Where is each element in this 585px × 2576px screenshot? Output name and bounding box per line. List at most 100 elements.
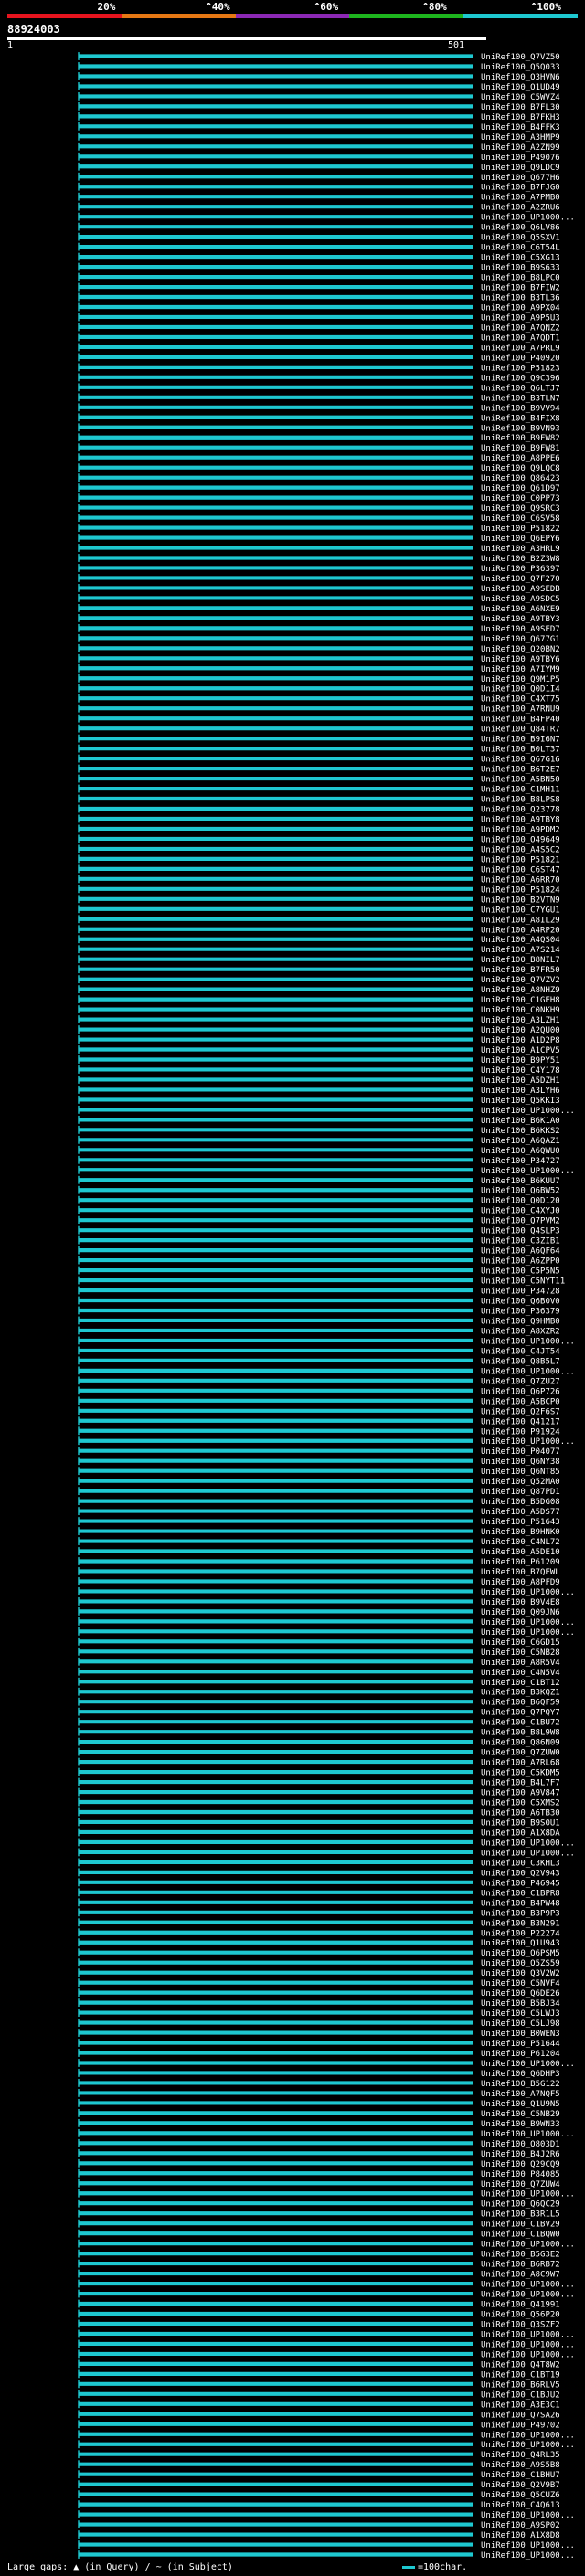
hit-label[interactable]: UniRef100_A1D2P8 bbox=[481, 1036, 560, 1045]
hit-label[interactable]: UniRef100_A8IL29 bbox=[481, 916, 560, 925]
hit-label[interactable]: UniRef100_C5P5N5 bbox=[481, 1267, 560, 1277]
hit-label[interactable]: UniRef100_P84085 bbox=[481, 2170, 560, 2179]
hit-label[interactable]: UniRef100_Q7PVM2 bbox=[481, 1217, 560, 1226]
hit-label[interactable]: UniRef100_B7FJG0 bbox=[481, 184, 560, 193]
hit-label[interactable]: UniRef100_A3HMP9 bbox=[481, 133, 560, 143]
hit-label[interactable]: UniRef100_Q3SZF2 bbox=[481, 2320, 560, 2329]
hit-label[interactable]: UniRef100_UP1000... bbox=[481, 1618, 575, 1627]
hit-label[interactable]: UniRef100_UP1000... bbox=[481, 1437, 575, 1447]
hit-label[interactable]: UniRef100_B3KQZ1 bbox=[481, 1689, 560, 1698]
hit-label[interactable]: UniRef100_A1X8D8 bbox=[481, 2531, 560, 2540]
hit-label[interactable]: UniRef100_Q677G1 bbox=[481, 635, 560, 644]
hit-label[interactable]: UniRef100_Q5ZS59 bbox=[481, 1959, 560, 1968]
hit-label[interactable]: UniRef100_Q61D97 bbox=[481, 484, 560, 493]
hit-label[interactable]: UniRef100_A9SED7 bbox=[481, 625, 560, 634]
hit-label[interactable]: UniRef100_B4L7F7 bbox=[481, 1779, 560, 1788]
hit-label[interactable]: UniRef100_P36397 bbox=[481, 565, 560, 574]
hit-label[interactable]: UniRef100_Q4RL35 bbox=[481, 2451, 560, 2460]
hit-label[interactable]: UniRef100_UP1000... bbox=[481, 2190, 575, 2200]
hit-label[interactable]: UniRef100_A2ZN99 bbox=[481, 143, 560, 153]
hit-label[interactable]: UniRef100_P51822 bbox=[481, 525, 560, 534]
hit-label[interactable]: UniRef100_B4PW48 bbox=[481, 1899, 560, 1908]
hit-label[interactable]: UniRef100_A9SDC5 bbox=[481, 595, 560, 604]
hit-label[interactable]: UniRef100_Q9HMB0 bbox=[481, 1317, 560, 1326]
hit-label[interactable]: UniRef100_B8LPC0 bbox=[481, 274, 560, 283]
hit-label[interactable]: UniRef100_C1BT12 bbox=[481, 1679, 560, 1688]
hit-label[interactable]: UniRef100_Q6DHP3 bbox=[481, 2070, 560, 2079]
hit-label[interactable]: UniRef100_UP1000... bbox=[481, 2130, 575, 2139]
hit-label[interactable]: UniRef100_Q41217 bbox=[481, 1417, 560, 1426]
hit-label[interactable]: UniRef100_C1BPR8 bbox=[481, 1889, 560, 1898]
hit-label[interactable]: UniRef100_C1MH11 bbox=[481, 786, 560, 795]
hit-label[interactable]: UniRef100_UP1000... bbox=[481, 214, 575, 223]
hit-label[interactable]: UniRef100_C1BT19 bbox=[481, 2370, 560, 2380]
hit-label[interactable]: UniRef100_C6T54L bbox=[481, 244, 560, 253]
hit-label[interactable]: UniRef100_Q5KKI3 bbox=[481, 1097, 560, 1106]
hit-label[interactable]: UniRef100_UP1000... bbox=[481, 2281, 575, 2290]
hit-label[interactable]: UniRef100_B9PY51 bbox=[481, 1056, 560, 1065]
hit-label[interactable]: UniRef100_Q6LV86 bbox=[481, 224, 560, 233]
hit-label[interactable]: UniRef100_C6ST47 bbox=[481, 865, 560, 875]
hit-label[interactable]: UniRef100_A2QU00 bbox=[481, 1026, 560, 1035]
hit-label[interactable]: UniRef100_UP1000... bbox=[481, 2511, 575, 2520]
hit-label[interactable]: UniRef100_B3TL36 bbox=[481, 294, 560, 303]
hit-label[interactable]: UniRef100_C1BU72 bbox=[481, 1719, 560, 1728]
hit-label[interactable]: UniRef100_C3ZIB1 bbox=[481, 1237, 560, 1246]
hit-label[interactable]: UniRef100_P22274 bbox=[481, 1929, 560, 1938]
hit-label[interactable]: UniRef100_C6SV58 bbox=[481, 514, 560, 524]
hit-label[interactable]: UniRef100_Q9C396 bbox=[481, 374, 560, 383]
hit-label[interactable]: UniRef100_Q87PD1 bbox=[481, 1488, 560, 1497]
hit-label[interactable]: UniRef100_A7PMB0 bbox=[481, 194, 560, 203]
hit-label[interactable]: UniRef100_A5DZH1 bbox=[481, 1076, 560, 1086]
hit-label[interactable]: UniRef100_Q6PSM5 bbox=[481, 1949, 560, 1958]
hit-label[interactable]: UniRef100_Q56P20 bbox=[481, 2311, 560, 2320]
hit-label[interactable]: UniRef100_B0LT37 bbox=[481, 746, 560, 755]
hit-label[interactable]: UniRef100_Q29CQ9 bbox=[481, 2160, 560, 2169]
hit-label[interactable]: UniRef100_B7QEWL bbox=[481, 1568, 560, 1577]
hit-label[interactable]: UniRef100_Q5Q033 bbox=[481, 63, 560, 72]
hit-label[interactable]: UniRef100_Q7F270 bbox=[481, 575, 560, 584]
hit-label[interactable]: UniRef100_A8XZR2 bbox=[481, 1327, 560, 1336]
hit-label[interactable]: UniRef100_A7NQF5 bbox=[481, 2090, 560, 2099]
hit-label[interactable]: UniRef100_A3E3C1 bbox=[481, 2401, 560, 2410]
hit-label[interactable]: UniRef100_Q6DE26 bbox=[481, 1989, 560, 1998]
hit-label[interactable]: UniRef100_UP1000... bbox=[481, 1588, 575, 1597]
hit-label[interactable]: UniRef100_A6ZPP0 bbox=[481, 1257, 560, 1267]
hit-label[interactable]: UniRef100_Q1U943 bbox=[481, 1939, 560, 1948]
hit-label[interactable]: UniRef100_A1CPV5 bbox=[481, 1046, 560, 1055]
hit-label[interactable]: UniRef100_Q6NT85 bbox=[481, 1468, 560, 1477]
hit-label[interactable]: UniRef100_Q41991 bbox=[481, 2301, 560, 2310]
hit-label[interactable]: UniRef100_B3P9P3 bbox=[481, 1909, 560, 1918]
hit-label[interactable]: UniRef100_P36379 bbox=[481, 1308, 560, 1317]
hit-label[interactable]: UniRef100_Q2V943 bbox=[481, 1869, 560, 1878]
hit-label[interactable]: UniRef100_C5NB28 bbox=[481, 1648, 560, 1658]
hit-label[interactable]: UniRef100_UP1000... bbox=[481, 2060, 575, 2069]
hit-label[interactable]: UniRef100_B5BJ34 bbox=[481, 1999, 560, 2009]
hit-label[interactable]: UniRef100_A3LZH1 bbox=[481, 1016, 560, 1025]
hit-label[interactable]: UniRef100_A2ZRU6 bbox=[481, 204, 560, 213]
hit-label[interactable]: UniRef100_B3R1L5 bbox=[481, 2210, 560, 2220]
hit-label[interactable]: UniRef100_A8PPE6 bbox=[481, 454, 560, 463]
hit-label[interactable]: UniRef100_A8R5V4 bbox=[481, 1659, 560, 1668]
hit-label[interactable]: UniRef100_A6QWU0 bbox=[481, 1147, 560, 1156]
hit-label[interactable]: UniRef100_B6QF59 bbox=[481, 1699, 560, 1708]
hit-label[interactable]: UniRef100_P40920 bbox=[481, 354, 560, 363]
hit-label[interactable]: UniRef100_B0WEN3 bbox=[481, 2030, 560, 2039]
hit-label[interactable]: UniRef100_P61204 bbox=[481, 2050, 560, 2059]
hit-label[interactable]: UniRef100_B9HNK0 bbox=[481, 1528, 560, 1537]
hit-label[interactable]: UniRef100_Q0D1I4 bbox=[481, 685, 560, 694]
hit-label[interactable]: UniRef100_P04077 bbox=[481, 1447, 560, 1457]
hit-label[interactable]: UniRef100_Q7VZV2 bbox=[481, 976, 560, 985]
hit-label[interactable]: UniRef100_Q9SRC3 bbox=[481, 504, 560, 514]
hit-label[interactable]: UniRef100_Q5SXV1 bbox=[481, 234, 560, 243]
hit-label[interactable]: UniRef100_B4FFK3 bbox=[481, 123, 560, 133]
hit-label[interactable]: UniRef100_B7FKH3 bbox=[481, 113, 560, 122]
hit-label[interactable]: UniRef100_Q6BW52 bbox=[481, 1187, 560, 1196]
hit-label[interactable]: UniRef100_A9V847 bbox=[481, 1789, 560, 1798]
hit-label[interactable]: UniRef100_B9S0U1 bbox=[481, 1818, 560, 1828]
hit-label[interactable]: UniRef100_P34727 bbox=[481, 1157, 560, 1166]
hit-label[interactable]: UniRef100_B3N291 bbox=[481, 1919, 560, 1928]
hit-label[interactable]: UniRef100_UP1000... bbox=[481, 1107, 575, 1116]
hit-label[interactable]: UniRef100_C3KHL3 bbox=[481, 1859, 560, 1868]
hit-label[interactable]: UniRef100_A8C9W7 bbox=[481, 2271, 560, 2280]
